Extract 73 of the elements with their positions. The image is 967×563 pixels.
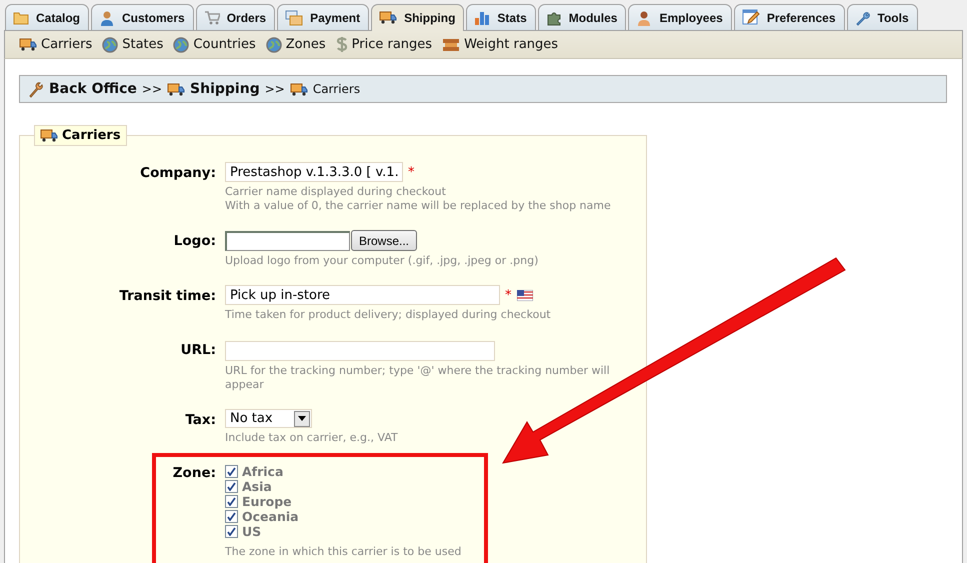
wrench-icon bbox=[28, 80, 44, 98]
field-label: Zone: bbox=[172, 464, 216, 483]
dollar-icon bbox=[336, 36, 348, 53]
subnav-link[interactable]: States bbox=[102, 36, 164, 52]
puzzle-icon bbox=[546, 10, 562, 26]
checkbox[interactable] bbox=[225, 495, 238, 508]
wrench-icon bbox=[854, 10, 871, 26]
nav-tab[interactable]: Customers bbox=[91, 4, 194, 30]
person-icon bbox=[99, 10, 116, 26]
file-field[interactable] bbox=[225, 230, 350, 250]
nav-tab[interactable]: Payment bbox=[277, 4, 370, 30]
hint-text: Carrier name displayed during checkout With a value of 0, the carrier name will be replaced by the shop name bbox=[225, 185, 612, 213]
subnav-link[interactable]: Carriers bbox=[19, 37, 92, 52]
truck-icon bbox=[19, 38, 37, 51]
subnav-link[interactable]: Weight ranges bbox=[442, 36, 558, 52]
card-icon bbox=[285, 10, 304, 26]
checkbox[interactable] bbox=[225, 525, 238, 538]
checkbox-label: US bbox=[242, 524, 262, 539]
truck-icon bbox=[379, 11, 398, 24]
checkbox[interactable] bbox=[225, 510, 238, 523]
nav-tab[interactable]: Stats bbox=[466, 4, 536, 30]
field-label: URL: bbox=[180, 341, 216, 360]
field-label: Logo: bbox=[174, 232, 216, 251]
breadcrumb-separator: >> bbox=[264, 82, 285, 96]
text-field[interactable] bbox=[225, 341, 495, 361]
browse-button[interactable]: Browse... bbox=[351, 230, 418, 251]
select-field[interactable]: No tax bbox=[225, 409, 312, 428]
flag-icon bbox=[516, 290, 532, 300]
truck-icon bbox=[290, 82, 308, 96]
breadcrumb-link[interactable]: Back Office bbox=[49, 81, 137, 97]
hint-text: Upload logo from your computer (.gif, .jpg, .jpeg or .png) bbox=[225, 254, 540, 268]
nav-tab[interactable]: Shipping bbox=[371, 4, 464, 31]
caret-icon bbox=[298, 416, 306, 421]
globe-icon bbox=[266, 36, 282, 52]
text-field[interactable]: Pick up in-store bbox=[225, 285, 500, 305]
checkbox-label: Oceania bbox=[242, 509, 299, 524]
nav-tab[interactable]: Modules bbox=[538, 4, 626, 30]
nav-tab[interactable]: Orders bbox=[196, 4, 276, 30]
subnav-link[interactable]: Countries bbox=[173, 36, 256, 52]
truck-icon bbox=[167, 82, 186, 96]
checkbox-label: Europe bbox=[242, 494, 292, 509]
section-legend: Carriers bbox=[34, 125, 127, 146]
hint-text: URL for the tracking number; type '@' where the tracking number will appear bbox=[225, 364, 611, 392]
hint-text: Include tax on carrier, e.g., VAT bbox=[225, 431, 399, 445]
hint-text: Time taken for product delivery; displayed during checkout bbox=[225, 308, 552, 322]
field-label: Company: bbox=[140, 164, 216, 183]
globe-icon bbox=[102, 36, 118, 52]
checkbox[interactable] bbox=[225, 480, 238, 493]
checkbox-label: Asia bbox=[242, 479, 272, 494]
pencil-icon bbox=[742, 9, 760, 26]
subnav-link[interactable]: Zones bbox=[266, 36, 326, 52]
nav-tab[interactable]: Employees bbox=[628, 4, 732, 30]
text-field[interactable]: Prestashop v.1.3.3.0 [ v.1. bbox=[225, 162, 403, 182]
hint-text: The zone in which this carrier is to be used bbox=[225, 545, 462, 559]
folder-icon bbox=[13, 10, 29, 24]
breadcrumb-link[interactable]: Shipping bbox=[190, 81, 260, 97]
required-mark: * bbox=[505, 288, 512, 302]
nav-tab[interactable]: Preferences bbox=[734, 4, 845, 30]
truck-icon bbox=[40, 129, 58, 142]
scale-icon bbox=[442, 36, 460, 52]
subnav-link[interactable]: Price ranges bbox=[336, 36, 432, 53]
checkbox[interactable] bbox=[225, 465, 238, 478]
breadcrumb-separator: >> bbox=[142, 82, 162, 96]
field-label: Tax: bbox=[185, 411, 216, 430]
bar-chart-icon bbox=[474, 10, 490, 26]
person-icon bbox=[636, 10, 652, 26]
checkbox-label: Africa bbox=[242, 464, 284, 479]
required-mark: * bbox=[408, 164, 414, 180]
globe-icon bbox=[173, 36, 190, 52]
field-label: Transit time: bbox=[119, 287, 216, 306]
nav-tab[interactable]: Tools bbox=[846, 4, 918, 30]
cart-icon bbox=[204, 10, 220, 25]
nav-tab[interactable]: Catalog bbox=[5, 4, 90, 30]
